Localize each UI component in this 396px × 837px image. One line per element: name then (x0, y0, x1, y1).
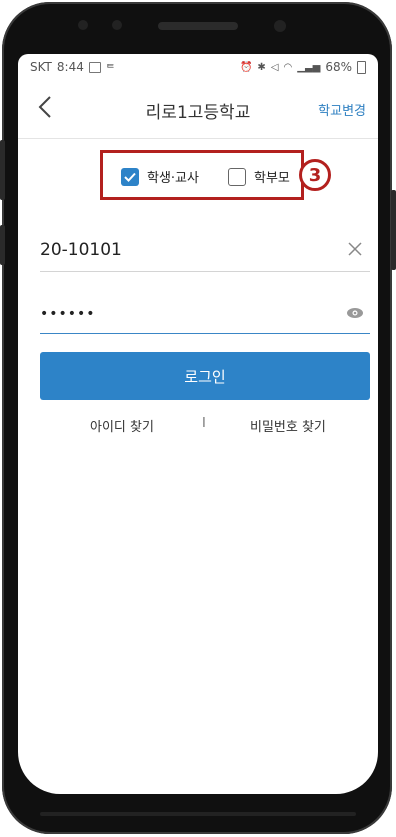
wifi-icon: ◠ (283, 61, 293, 73)
battery-icon (357, 60, 366, 74)
checkbox-checked-icon[interactable] (121, 167, 139, 186)
alarm-icon: ⏰ (239, 61, 253, 73)
earpiece-speaker (158, 22, 238, 30)
carrier-label: SKT (30, 60, 52, 74)
password-value[interactable]: •••••• (40, 306, 96, 322)
phone-top-bezel (0, 0, 396, 60)
front-camera-icon (274, 20, 286, 32)
role-parent-label: 학부모 (254, 171, 290, 186)
battery-percent: 68% (325, 60, 352, 74)
step-badge: 3 (299, 159, 331, 191)
change-school-link[interactable]: 학교변경 (318, 100, 366, 119)
login-button[interactable]: 로그인 (40, 352, 370, 400)
checkbox-unchecked-icon[interactable] (228, 167, 246, 186)
user-id-value[interactable]: 20-10101 (40, 240, 122, 260)
eye-icon[interactable] (346, 307, 364, 319)
power-button (391, 190, 396, 270)
phone-bottom-bezel (40, 812, 356, 816)
clock: 8:44 (56, 60, 84, 74)
role-parent[interactable]: 학부모 (228, 167, 290, 186)
app-header: 리로1고등학교 학교변경 (18, 80, 378, 139)
password-field[interactable]: •••••• (40, 294, 370, 334)
user-id-field[interactable]: 20-10101 (40, 232, 370, 272)
gallery-notification-icon (88, 61, 101, 73)
bluetooth-icon: ✱ (257, 61, 266, 73)
sensor-icon (112, 20, 122, 30)
clear-icon[interactable] (346, 240, 364, 258)
status-bar: SKT 8:44 ᄐ ⏰ ✱ ◁ ◠ ▁▃▅ 68% (18, 54, 378, 80)
volume-button (0, 140, 5, 200)
app-screen: SKT 8:44 ᄐ ⏰ ✱ ◁ ◠ ▁▃▅ 68% 리로1고등학교 학교변경 … (18, 54, 378, 794)
role-student-teacher[interactable]: 학생·교사 (121, 167, 199, 186)
role-selector: 학생·교사 학부모 (100, 150, 304, 200)
find-id-link[interactable]: 아이디 찾기 (90, 416, 154, 435)
mute-icon: ◁ (270, 61, 279, 73)
link-separator: I (202, 416, 206, 431)
bixby-button (0, 225, 5, 265)
notification-icon: ᄐ (105, 63, 116, 75)
account-links: 아이디 찾기 I 비밀번호 찾기 (40, 414, 370, 436)
sensor-icon (78, 20, 88, 30)
find-password-link[interactable]: 비밀번호 찾기 (250, 416, 326, 435)
role-student-teacher-label: 학생·교사 (147, 171, 199, 186)
signal-icon: ▁▃▅ (297, 61, 321, 73)
